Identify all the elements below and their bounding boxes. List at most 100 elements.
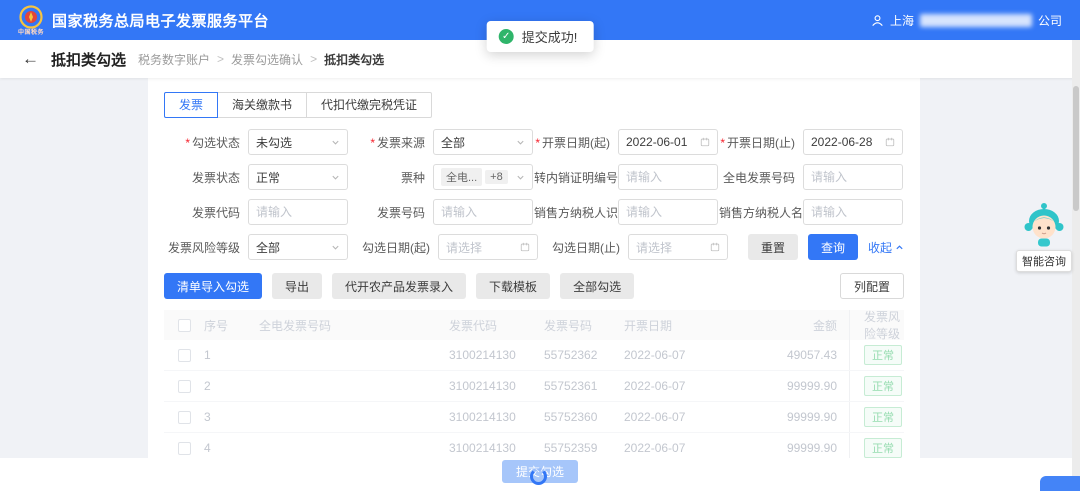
table-header-row: 序号 全电发票号码 发票代码 发票号码 开票日期 金额 发票风险等级 [164, 310, 904, 340]
document-type-tabs: 发票 海关缴款书 代扣代缴完税凭证 [164, 92, 904, 118]
smart-assistant-widget[interactable]: 智能咨询 [1016, 202, 1072, 272]
select-all-button[interactable]: 全部勾选 [560, 273, 634, 299]
floating-button-partial[interactable] [1040, 476, 1080, 491]
field-ticket-type: 票种 全电... +8 [349, 164, 534, 190]
tab-customs-payment[interactable]: 海关缴款书 [217, 92, 307, 118]
check-date-end-label: 勾选日期(止) [544, 239, 628, 256]
check-status-label: 勾选状态 [192, 136, 240, 150]
tab-withholding-cert[interactable]: 代扣代缴完税凭证 [306, 92, 432, 118]
ticket-type-tag: 全电... [441, 168, 482, 186]
invoice-status-label: 发票状态 [164, 169, 248, 186]
check-status-select[interactable]: 未勾选 [248, 129, 348, 155]
collapse-link[interactable]: 收起 [868, 239, 904, 256]
cell-amount: 49057.43 [724, 348, 849, 362]
assistant-label: 智能咨询 [1016, 250, 1072, 272]
required-mark: * [720, 136, 725, 150]
breadcrumb-separator: > [217, 52, 224, 66]
check-date-start-picker[interactable]: 请选择 [438, 234, 538, 260]
user-account[interactable]: 上海公司 [871, 12, 1062, 29]
breadcrumb-item-current: 抵扣类勾选 [324, 51, 384, 68]
table-toolbar: 清单导入勾选 导出 代开农产品发票录入 下载模板 全部勾选 列配置 [164, 273, 904, 299]
invoice-code-input[interactable] [256, 205, 340, 219]
field-invoice-code: 发票代码 [164, 199, 349, 225]
cell-code: 3100214130 [449, 410, 544, 424]
issue-date-end-picker[interactable]: 2022-06-28 [803, 129, 903, 155]
user-company-redacted [920, 14, 1032, 27]
breadcrumb-item-confirm[interactable]: 发票勾选确认 [231, 51, 303, 68]
check-date-start-label: 勾选日期(起) [354, 239, 438, 256]
seller-tax-id-input[interactable] [626, 205, 710, 219]
seller-name-input[interactable] [811, 205, 895, 219]
invoice-status-select[interactable]: 正常 [248, 164, 348, 190]
page-scrollbar-track[interactable] [1072, 40, 1080, 491]
field-digital-invoice-no: 全电发票号码 [719, 164, 904, 190]
logo-caption: 中国税务 [18, 30, 44, 36]
download-template-button[interactable]: 下载模板 [476, 273, 550, 299]
filter-row-4: 发票风险等级 全部 勾选日期(起) 请选择 勾选日期(止) 请选择 [164, 234, 904, 260]
field-issue-date-end: *开票日期(止) 2022-06-28 [719, 129, 904, 155]
cell-amount: 99999.90 [724, 410, 849, 424]
field-seller-tax-id: 销售方纳税人识... [534, 199, 719, 225]
invoice-source-select[interactable]: 全部 [433, 129, 533, 155]
chevron-down-icon [331, 173, 340, 182]
risk-status-badge: 正常 [864, 407, 902, 427]
success-check-icon: ✓ [499, 29, 514, 44]
digital-invoice-no-input[interactable] [811, 170, 895, 184]
import-check-button[interactable]: 清单导入勾选 [164, 273, 262, 299]
invoice-no-label: 发票号码 [349, 204, 433, 221]
calendar-icon [885, 137, 895, 147]
seller-name-label: 销售方纳税人名称 [719, 204, 803, 221]
user-icon [871, 14, 884, 27]
column-config-button[interactable]: 列配置 [840, 273, 904, 299]
breadcrumb-item-account[interactable]: 税务数字账户 [138, 51, 210, 68]
ticket-type-multiselect[interactable]: 全电... +8 [433, 164, 533, 190]
assistant-mascot-icon [1021, 202, 1067, 248]
search-button[interactable]: 查询 [808, 234, 858, 260]
ticket-type-label: 票种 [349, 169, 433, 186]
page-scrollbar-thumb[interactable] [1073, 86, 1079, 211]
digital-invoice-no-label: 全电发票号码 [719, 169, 803, 186]
risk-level-select[interactable]: 全部 [248, 234, 348, 260]
domestic-cert-no-input[interactable] [626, 170, 710, 184]
chevron-down-icon [331, 138, 340, 147]
reset-button[interactable]: 重置 [748, 234, 798, 260]
field-check-date-start: 勾选日期(起) 请选择 [354, 234, 544, 260]
filter-row-3: 发票代码 发票号码 销售方纳税人识... 销售方纳税人名称 [164, 199, 904, 225]
filter-row-1: *勾选状态 未勾选 *发票来源 全部 *开票日期(起) 2022-06-01 [164, 129, 904, 155]
field-risk-level: 发票风险等级 全部 [164, 234, 354, 260]
filter-actions: 重置 查询 收起 [734, 234, 904, 260]
issue-date-start-picker[interactable]: 2022-06-01 [618, 129, 718, 155]
cell-code: 3100214130 [449, 348, 544, 362]
cell-seq: 2 [204, 379, 259, 393]
agri-invoice-entry-button[interactable]: 代开农产品发票录入 [332, 273, 466, 299]
field-issue-date-start: *开票日期(起) 2022-06-01 [534, 129, 719, 155]
field-domestic-cert-no: 转内销证明编号 [534, 164, 719, 190]
tax-bureau-logo-icon: 中国税务 [18, 5, 44, 36]
row-checkbox[interactable] [178, 380, 191, 393]
seller-tax-id-label: 销售方纳税人识... [534, 204, 618, 221]
tab-invoice[interactable]: 发票 [164, 92, 218, 118]
field-seller-name: 销售方纳税人名称 [719, 199, 904, 225]
breadcrumb-separator: > [310, 52, 317, 66]
back-arrow-icon[interactable]: ← [22, 49, 39, 69]
chevron-down-icon [516, 138, 525, 147]
cell-seq: 4 [204, 441, 259, 455]
ticket-type-count-tag: +8 [485, 170, 508, 184]
calendar-icon [710, 242, 720, 252]
brand: 中国税务 国家税务总局电子发票服务平台 [18, 5, 269, 36]
loading-spinner-icon [530, 468, 547, 485]
calendar-icon [520, 242, 530, 252]
export-button[interactable]: 导出 [272, 273, 322, 299]
cell-no: 55752361 [544, 379, 624, 393]
user-company-prefix: 上海 [890, 12, 914, 29]
toast-message: 提交成功! [522, 27, 578, 46]
check-date-end-picker[interactable]: 请选择 [628, 234, 728, 260]
row-checkbox[interactable] [178, 349, 191, 362]
invoice-no-input[interactable] [441, 205, 525, 219]
app-title: 国家税务总局电子发票服务平台 [52, 10, 269, 31]
select-all-checkbox[interactable] [178, 319, 191, 332]
row-checkbox[interactable] [178, 411, 191, 424]
calendar-icon [700, 137, 710, 147]
row-checkbox[interactable] [178, 442, 191, 455]
chevron-down-icon [331, 243, 340, 252]
